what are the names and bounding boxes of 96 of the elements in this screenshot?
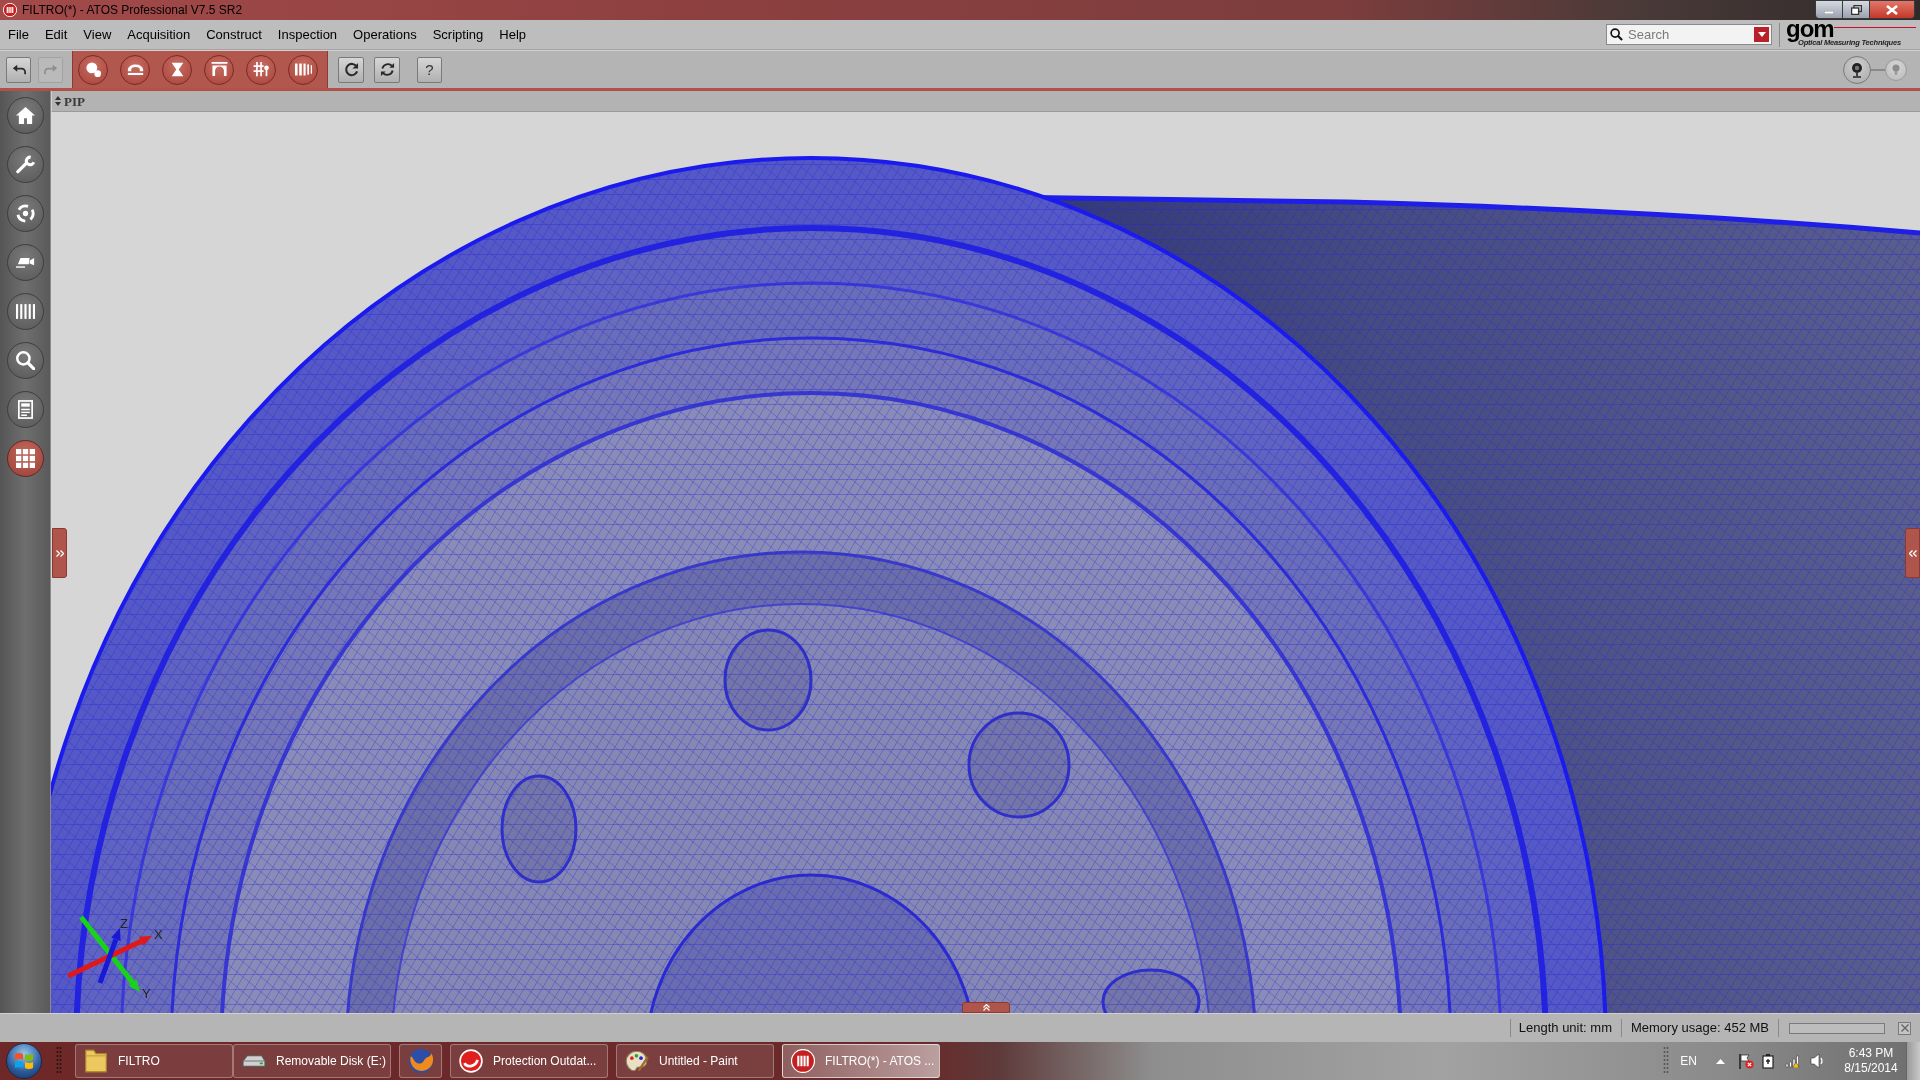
orbit-icon: [15, 204, 35, 223]
sidebar-button[interactable]: [6, 342, 44, 379]
restore-icon: [1850, 4, 1862, 15]
toolbar-button[interactable]: [288, 54, 318, 85]
show-desktop-button[interactable]: [1906, 1042, 1920, 1080]
palette-icon: [625, 1049, 649, 1073]
minimize-button[interactable]: [1815, 0, 1843, 19]
redo-icon: [43, 64, 58, 75]
wrench-icon: [15, 155, 35, 174]
menu-item[interactable]: View: [83, 28, 112, 41]
memory-usage-label: Memory usage: 452 MB: [1631, 1019, 1769, 1038]
grid-icon: [15, 449, 35, 468]
signal-warning-icon[interactable]: [1785, 1054, 1801, 1068]
expand-bottom-tab[interactable]: [962, 1002, 1010, 1013]
panel-title: PIP: [64, 94, 85, 108]
battery-plug-icon[interactable]: [1762, 1053, 1776, 1069]
speaker-icon[interactable]: [1810, 1053, 1824, 1069]
document-icon: [15, 400, 35, 419]
refresh-icon: [343, 62, 359, 77]
help-button[interactable]: ?: [417, 56, 442, 83]
axis-label: Z: [120, 916, 128, 931]
globe-icon: [408, 1049, 433, 1073]
sort-arrows-icon[interactable]: [55, 96, 61, 106]
clock-time[interactable]: 6:43 PM: [1848, 1046, 1894, 1061]
swirl-circle-icon: [459, 1049, 483, 1073]
grip-handle-icon[interactable]: [1663, 1046, 1670, 1076]
sidebar-button[interactable]: [6, 97, 44, 134]
taskbar-button[interactable]: FILTRO: [75, 1044, 233, 1078]
bridge-icon: [126, 62, 144, 77]
toolbar-button[interactable]: [120, 54, 150, 85]
undo-button[interactable]: [6, 56, 31, 83]
sidebar-button[interactable]: [6, 391, 44, 428]
menu-item[interactable]: Operations: [353, 28, 417, 41]
close-icon: [1886, 4, 1898, 15]
sidebar-button[interactable]: [6, 293, 44, 330]
taskbar-button[interactable]: Protection Outdat...: [450, 1044, 608, 1078]
minimize-icon: [1824, 10, 1834, 14]
clock-date[interactable]: 8/15/2014: [1844, 1061, 1898, 1076]
expand-left-tab[interactable]: [52, 528, 67, 578]
folder-icon: [84, 1049, 108, 1073]
taskbar-button[interactable]: Untitled - Paint: [616, 1044, 774, 1078]
menu-item[interactable]: File: [8, 28, 29, 41]
double-chevron-left-icon: [1908, 549, 1917, 557]
sync-icon: [379, 62, 395, 77]
toolbar-button[interactable]: [162, 54, 192, 85]
double-chevron-up-icon: [982, 1004, 990, 1011]
menu-item[interactable]: Inspection: [277, 28, 338, 41]
close-icon: [1900, 1024, 1909, 1032]
double-chevron-right-icon: [55, 549, 64, 557]
toolbar-button[interactable]: [78, 54, 108, 85]
menu-item[interactable]: Help: [499, 28, 526, 41]
sidebar-button[interactable]: [6, 244, 44, 281]
logo-wordmark: gom: [1786, 16, 1834, 41]
taskbar-button[interactable]: Removable Disk (E:): [233, 1044, 391, 1078]
dropdown-button[interactable]: [1754, 27, 1769, 42]
refresh-button[interactable]: [338, 56, 364, 83]
search-icon: [15, 351, 35, 370]
close-button[interactable]: [1869, 0, 1915, 19]
arch-icon: [210, 62, 228, 77]
status-close-button[interactable]: [1898, 1021, 1911, 1035]
home-icon: [15, 106, 35, 125]
search-field[interactable]: Search: [1606, 24, 1772, 45]
flag-alert-icon[interactable]: [1738, 1053, 1754, 1069]
3d-viewport[interactable]: Z X Y: [51, 112, 1920, 1013]
expand-right-tab[interactable]: [1905, 528, 1920, 578]
caret-down-icon: [1757, 32, 1766, 37]
grip-handle-icon[interactable]: [56, 1046, 62, 1076]
webcam-icon: [1851, 61, 1863, 78]
chevron-up-icon[interactable]: [1716, 1058, 1725, 1064]
window-title: FILTRO(*) - ATOS Professional V7.5 SR2: [22, 3, 243, 17]
taskbar-button[interactable]: [399, 1044, 442, 1078]
vertical-bars-icon: [15, 302, 35, 321]
length-unit-label: Length unit: mm: [1518, 1019, 1612, 1038]
vertical-bars-icon: [294, 62, 312, 77]
dots-icon: [84, 62, 102, 77]
menu-item[interactable]: Edit: [44, 28, 68, 41]
start-button[interactable]: [6, 1043, 42, 1079]
menu-item[interactable]: Acquisition: [127, 28, 191, 41]
menu-item[interactable]: Scripting: [432, 28, 484, 41]
toolbar-button[interactable]: [246, 54, 276, 85]
camera-button[interactable]: [1843, 55, 1871, 84]
toolbar-button[interactable]: [204, 54, 234, 85]
sync-button[interactable]: [374, 56, 400, 83]
axis-label: X: [154, 927, 163, 942]
restore-button[interactable]: [1843, 0, 1869, 19]
menu-item[interactable]: Construct: [206, 28, 262, 41]
sidebar-button[interactable]: [6, 146, 44, 183]
search-icon: [1610, 28, 1623, 41]
sidebar-button[interactable]: [6, 195, 44, 232]
flag-logo-icon: [14, 1051, 34, 1071]
undo-icon: [11, 64, 26, 75]
axis-label: Y: [142, 986, 151, 1001]
sidebar-button[interactable]: [6, 440, 44, 477]
grid-wrench-icon: [252, 62, 270, 77]
app-icon: [3, 3, 17, 17]
light-bulb-icon: [1892, 63, 1900, 76]
